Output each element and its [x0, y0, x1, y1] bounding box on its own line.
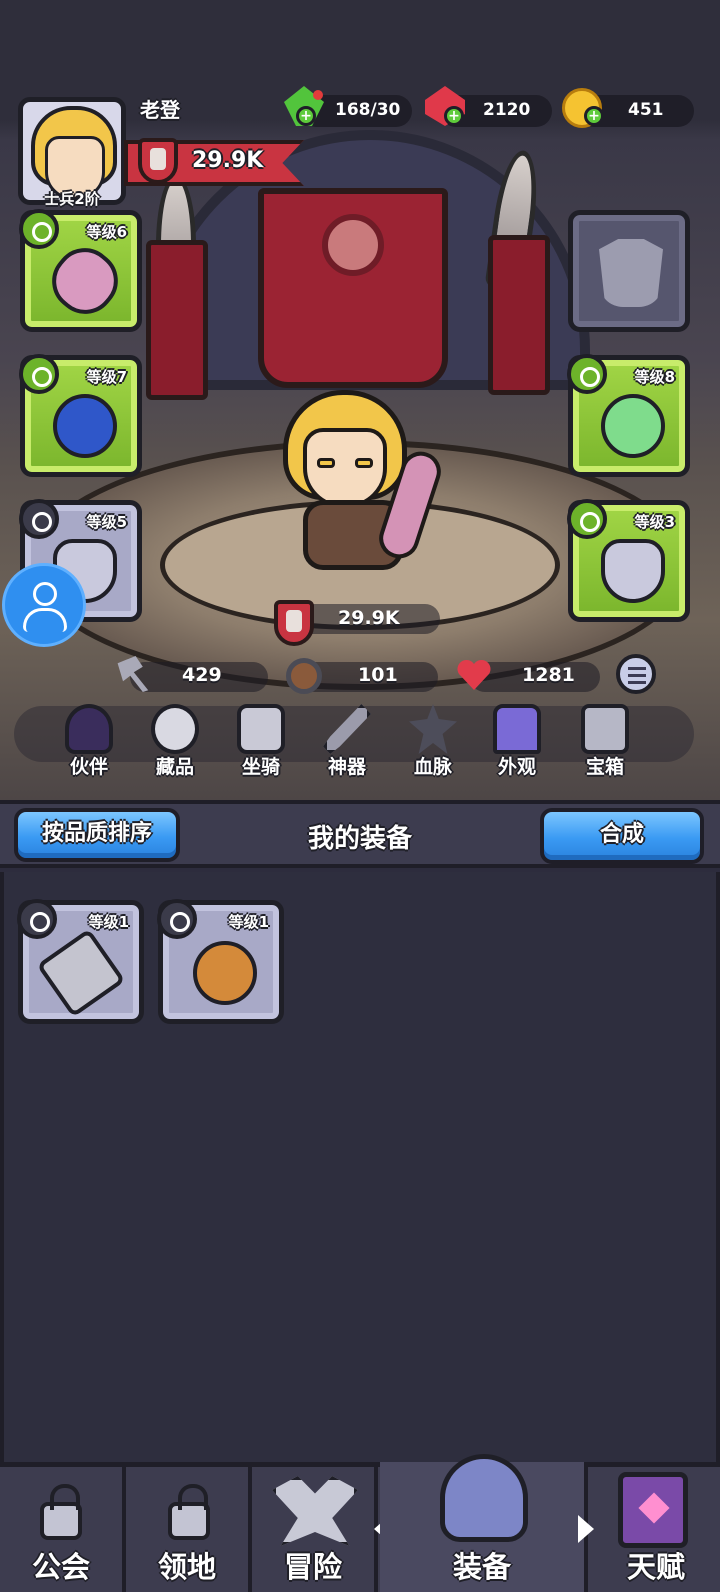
hero-character [255, 380, 455, 590]
gold-value: 451 [628, 100, 664, 120]
weapon-type-icon [19, 209, 59, 249]
armor-slot[interactable] [568, 210, 690, 332]
right-banner-pillar [488, 235, 550, 395]
add-energy-icon[interactable]: + [296, 106, 316, 126]
nav-partner[interactable]: 伙伴 [50, 700, 128, 784]
horned-mount-icon [237, 704, 285, 754]
hooded-partner-icon [65, 704, 113, 754]
tab-adventure[interactable]: 冒险 [252, 1462, 378, 1592]
necklace-slot-2[interactable]: 等级3 [567, 499, 690, 622]
equipment-screen: 士兵2阶 老登 29.9K + 168/30 + 2120 + 451 等级6 … [0, 0, 720, 1592]
weapon-level: 等级6 [86, 223, 127, 241]
sort-by-quality-button[interactable]: 按品质排序 [14, 808, 180, 862]
weapon-type-icon [17, 899, 57, 939]
bloodline-emblem-icon [409, 704, 457, 754]
ring-slot-2[interactable]: 等级8 [567, 354, 690, 477]
ring-type-icon [19, 354, 59, 394]
nav-bloodline[interactable]: 血脉 [394, 700, 472, 784]
shield-icon [286, 658, 322, 694]
item-level: 等级1 [228, 913, 269, 931]
spellbook-icon [618, 1472, 688, 1548]
necklace2-level: 等级3 [634, 513, 675, 531]
jade-ring-icon [193, 941, 257, 1005]
left-banner-pillar [146, 240, 208, 400]
hp-value: 1281 [522, 664, 575, 686]
tab-territory[interactable]: 领地 [126, 1462, 252, 1592]
add-gold-icon[interactable]: + [584, 106, 604, 126]
tab-equipment[interactable]: 装备 [380, 1454, 588, 1592]
blue-ring-icon [53, 394, 117, 458]
necklace-level: 等级5 [86, 513, 127, 531]
ring-type-icon [157, 899, 197, 939]
bow-icon [39, 235, 131, 327]
hammer-icon [36, 928, 126, 1018]
friends-button[interactable] [2, 563, 86, 647]
energy-value: 168/30 [335, 100, 401, 120]
crossed-axes-icon [272, 1476, 358, 1546]
nav-collection[interactable]: 藏品 [136, 700, 214, 784]
attack-value: 429 [182, 664, 222, 686]
merge-button[interactable]: 合成 [540, 808, 704, 864]
inventory-item[interactable]: 等级1 [17, 899, 144, 1024]
lock-icon [40, 1484, 82, 1540]
sword-artifact-icon [323, 704, 371, 754]
player-rank: 士兵2阶 [44, 190, 100, 208]
green-orb-ring-icon [601, 394, 665, 458]
necklace-type-icon [19, 499, 59, 539]
add-gems-icon[interactable]: + [444, 106, 464, 126]
lock-icon [168, 1484, 210, 1540]
center-banner [258, 188, 448, 388]
ring-type-icon-2 [567, 354, 607, 394]
nav-artifact[interactable]: 神器 [308, 700, 386, 784]
item-level: 等级1 [88, 913, 129, 931]
weapon-slot[interactable]: 等级6 [19, 209, 142, 332]
inventory-item[interactable]: 等级1 [157, 899, 284, 1024]
amulet-icon-2 [601, 539, 665, 603]
relic-stone-icon [151, 704, 199, 754]
treasure-chest-icon [581, 704, 629, 754]
tab-talent[interactable]: 天赋 [592, 1462, 720, 1592]
stats-list-button[interactable] [616, 654, 656, 694]
person-icon [33, 582, 57, 606]
ring2-level: 等级8 [634, 368, 675, 386]
inventory-title: 我的装备 [307, 824, 412, 854]
ring-level: 等级7 [86, 368, 127, 386]
necklace-type-icon-2 [567, 499, 607, 539]
player-name: 老登 [140, 98, 180, 122]
gem-value: 2120 [483, 100, 531, 120]
notification-dot [313, 90, 323, 100]
power-shield-icon [138, 138, 178, 184]
hero-power: 29.9K [338, 607, 400, 629]
defense-value: 101 [358, 664, 398, 686]
nav-appearance[interactable]: 外观 [478, 700, 556, 784]
ring-slot[interactable]: 等级7 [19, 354, 142, 477]
cape-icon [493, 704, 541, 754]
helmet-icon [440, 1454, 528, 1542]
player-power: 29.9K [192, 148, 264, 173]
tab-guild[interactable]: 公会 [0, 1462, 126, 1592]
nav-chest[interactable]: 宝箱 [566, 700, 644, 784]
armor-placeholder-icon [599, 239, 663, 307]
nav-mount[interactable]: 坐骑 [222, 700, 300, 784]
hero-power-icon [274, 600, 314, 646]
